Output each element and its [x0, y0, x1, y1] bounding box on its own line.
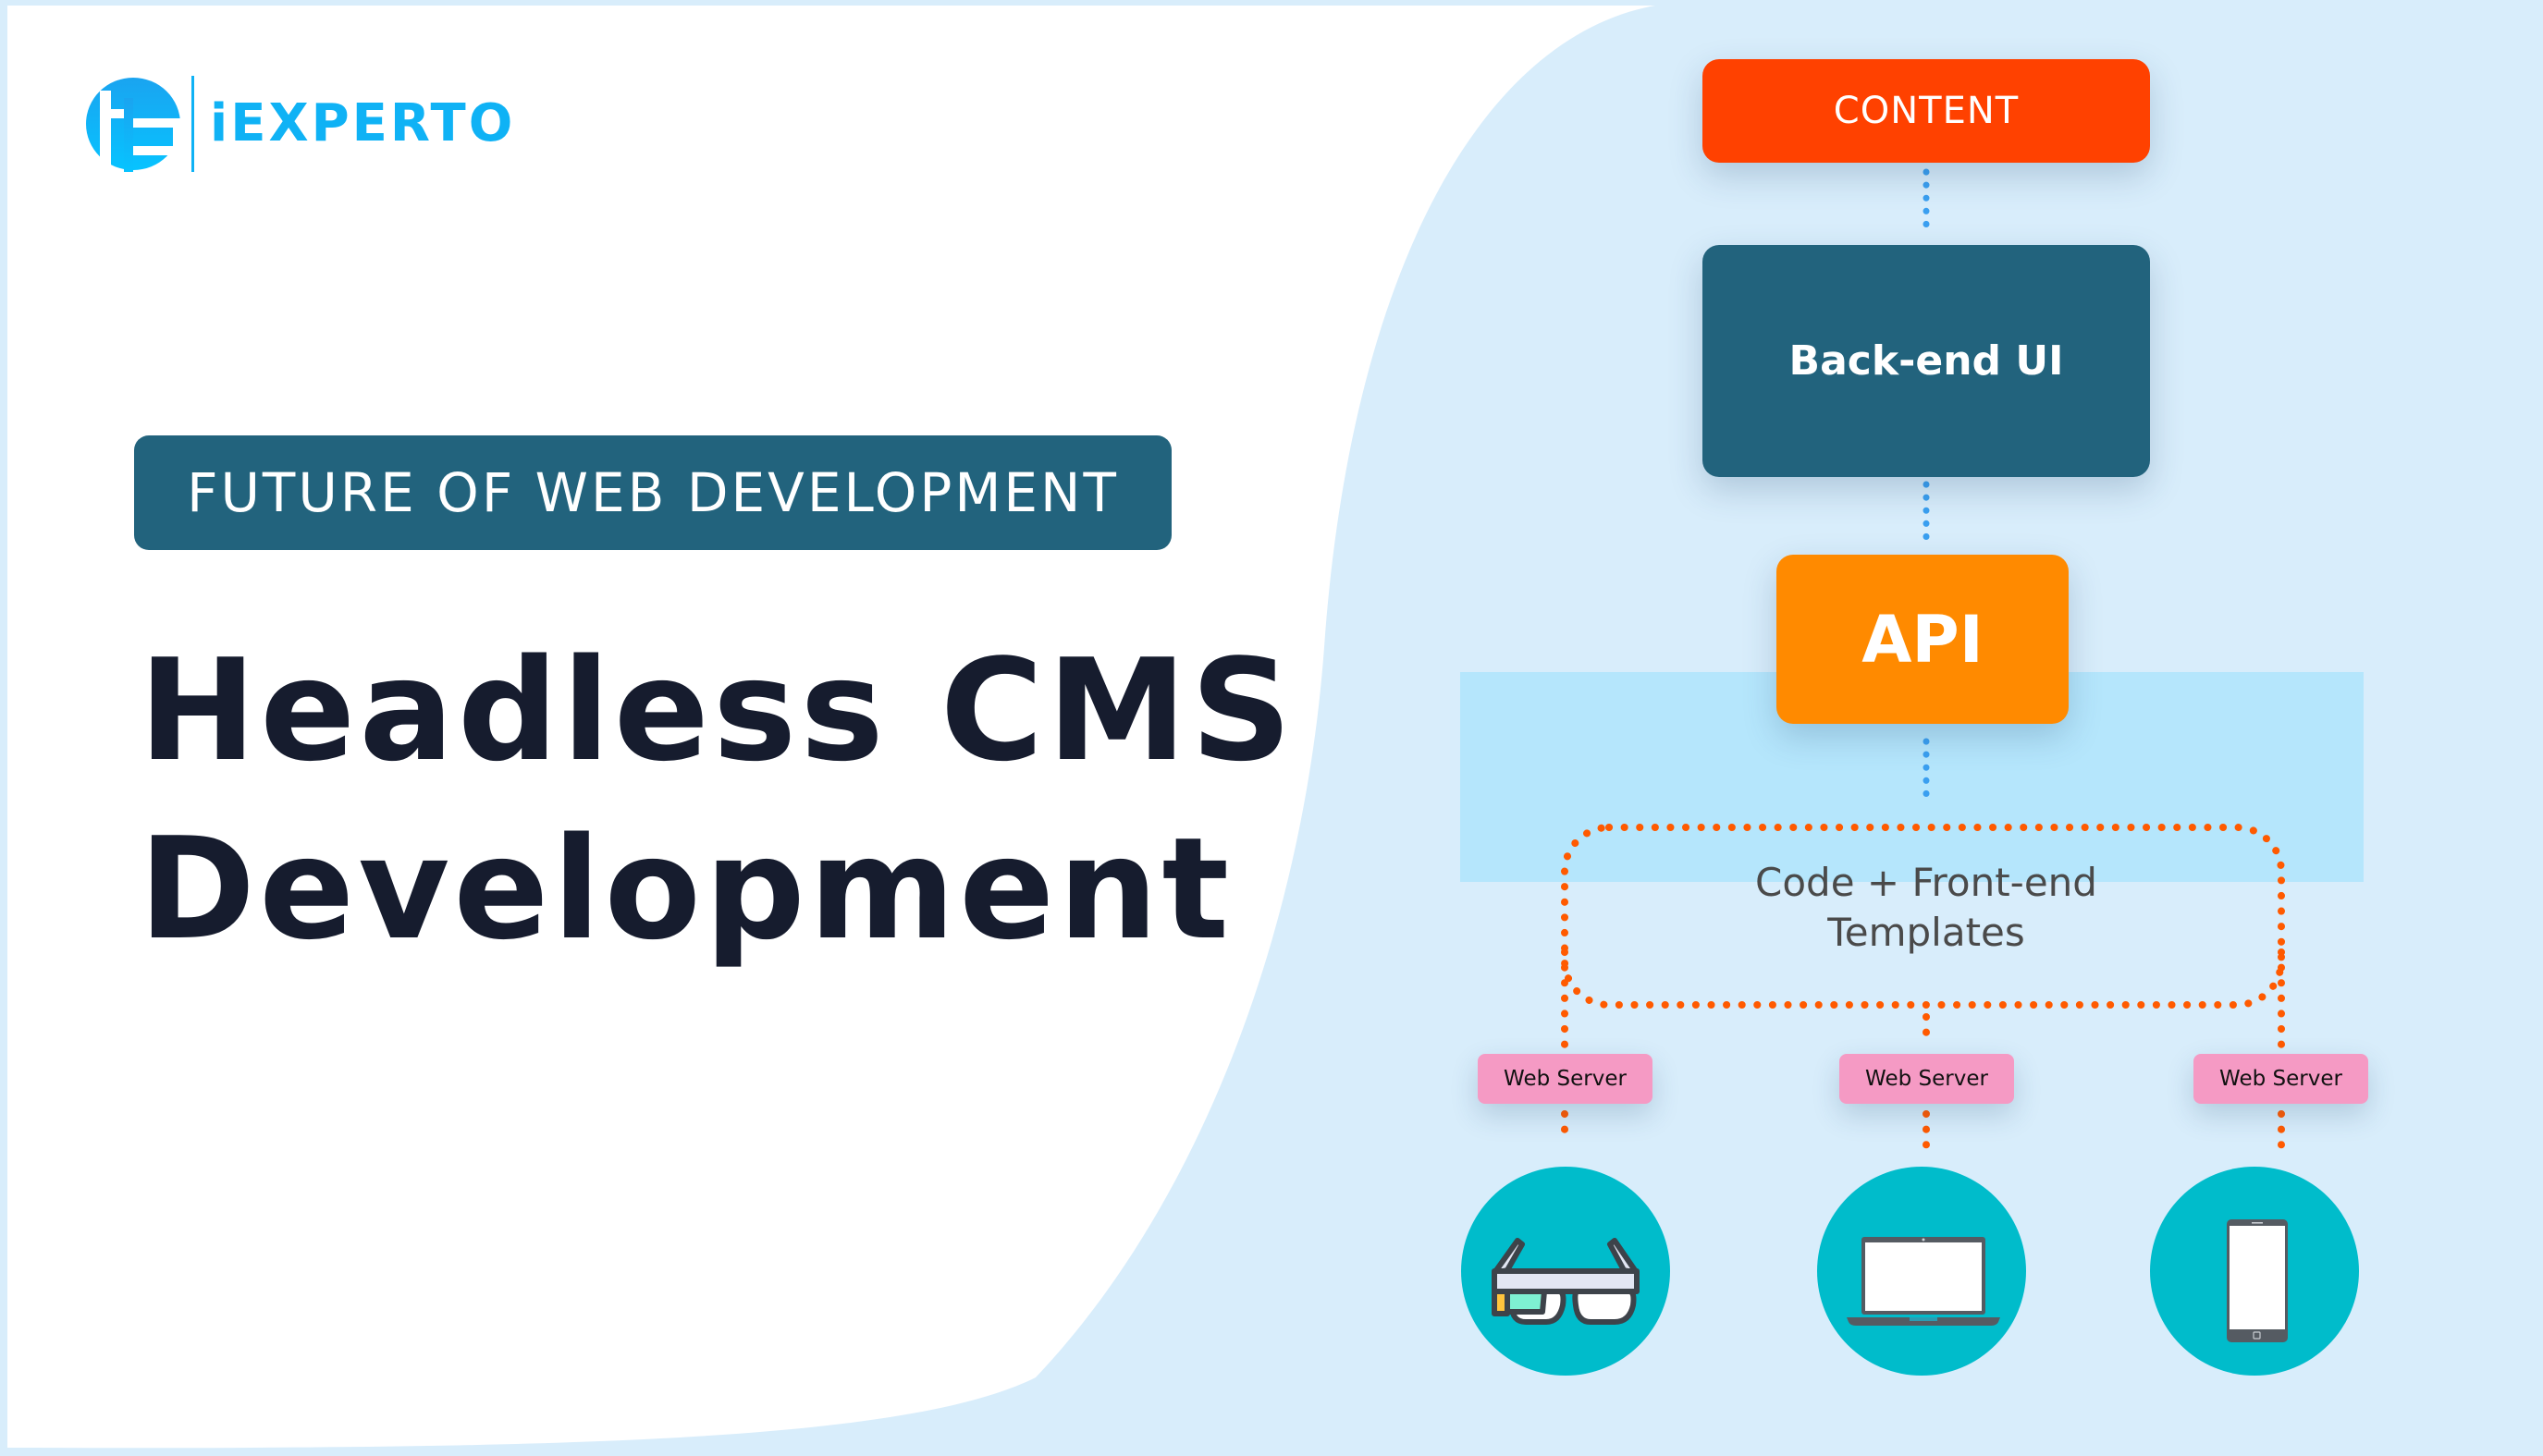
- web-server-label: Web Server: [1865, 1067, 1988, 1091]
- web-server-label: Web Server: [2219, 1067, 2342, 1091]
- laptop-icon: [1847, 1237, 2000, 1326]
- templates-node-label: Code + Front-end Templates: [1649, 858, 2204, 958]
- templates-label-line-2: Templates: [1827, 910, 2025, 955]
- content-node-label: CONTENT: [1833, 90, 2020, 132]
- device-smart-glasses: [1461, 1167, 1670, 1376]
- smart-glasses-icon: [1492, 1238, 1640, 1325]
- backend-ui-node-label: Back-end UI: [1788, 337, 2064, 385]
- content-node: CONTENT: [1702, 59, 2150, 163]
- backend-ui-node: Back-end UI: [1702, 245, 2150, 477]
- web-server-node: Web Server: [2193, 1054, 2368, 1104]
- page: iEXPERTO FUTURE OF WEB DEVELOPMENT Headl…: [0, 0, 2543, 1456]
- device-smartphone: [2150, 1167, 2359, 1376]
- smartphone-icon: [2227, 1219, 2288, 1342]
- web-server-node: Web Server: [1478, 1054, 1652, 1104]
- templates-label-line-1: Code + Front-end: [1755, 860, 2097, 905]
- device-laptop: [1817, 1167, 2026, 1376]
- web-server-label: Web Server: [1504, 1067, 1627, 1091]
- web-server-node: Web Server: [1839, 1054, 2014, 1104]
- api-node-label: API: [1861, 601, 1984, 678]
- api-node: API: [1776, 555, 2069, 724]
